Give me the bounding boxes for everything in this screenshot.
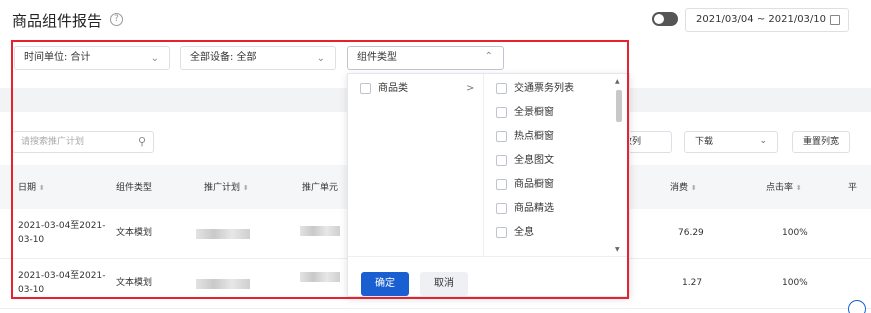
reset-columns-label: 重置列宽 [802,137,839,147]
sort-icon: ⬍ [795,184,802,192]
col-header-ctr[interactable]: 点击率 ⬍ [766,180,802,193]
compare-toggle[interactable] [652,12,678,26]
chevron-down-icon: ⌄ [759,136,767,146]
row-ctr: 100% [782,228,808,238]
col-header-spend[interactable]: 消费 ⬍ [670,180,697,193]
download-label: 下载 [695,137,714,147]
date-range-value: 2021/03/04 ~ 2021/03/10 [696,14,827,25]
row-spend: 1.27 [682,278,703,288]
page-title: 商品组件报告 [12,12,103,30]
floating-help-icon[interactable] [848,300,866,313]
row-ctr: 100% [782,278,808,288]
sort-icon: ⬍ [690,184,697,192]
row-spend: 76.29 [678,228,704,238]
help-icon[interactable]: ? [110,13,123,26]
highlight-box [11,40,629,299]
date-range-picker[interactable]: 2021/03/04 ~ 2021/03/10 [685,8,849,32]
download-select[interactable]: 下载 ⌄ [684,131,778,153]
calendar-icon [830,15,840,25]
reset-column-width-button[interactable]: 重置列宽 [792,131,850,153]
col-header-avg: 平 [848,183,858,193]
